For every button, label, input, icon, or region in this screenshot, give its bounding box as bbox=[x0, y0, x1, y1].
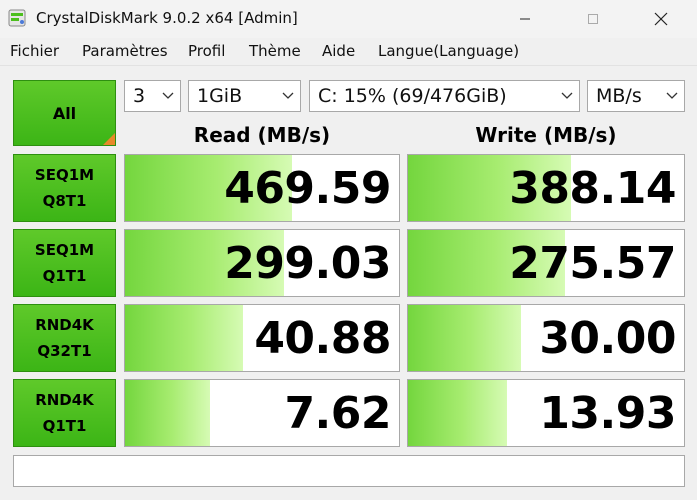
test-size-value: 1GiB bbox=[197, 85, 243, 107]
test-name: SEQ1M bbox=[34, 241, 95, 259]
write-value: 388.14 bbox=[509, 163, 676, 214]
chevron-down-icon bbox=[561, 92, 573, 99]
menu-bar: Fichier Paramètres Profil Thème Aide Lan… bbox=[0, 38, 697, 66]
read-result: 299.03 bbox=[124, 229, 400, 297]
menu-fichier[interactable]: Fichier bbox=[10, 42, 59, 60]
test-count-select[interactable]: 3 bbox=[124, 80, 181, 112]
comment-input[interactable] bbox=[13, 455, 685, 487]
test-name: SEQ1M bbox=[34, 166, 95, 184]
test-button-rnd4k-q1t1[interactable]: RND4K Q1T1 bbox=[13, 379, 116, 447]
menu-aide[interactable]: Aide bbox=[322, 42, 355, 60]
corner-marker bbox=[103, 133, 115, 145]
test-button-rnd4k-q32t1[interactable]: RND4K Q32T1 bbox=[13, 304, 116, 372]
menu-parametres[interactable]: Paramètres bbox=[82, 42, 168, 60]
test-params: Q1T1 bbox=[42, 267, 87, 285]
close-icon bbox=[654, 12, 668, 26]
test-button-seq1m-q8t1[interactable]: SEQ1M Q8T1 bbox=[13, 154, 116, 222]
test-params: Q8T1 bbox=[42, 192, 87, 210]
test-params: Q32T1 bbox=[37, 342, 92, 360]
write-bar bbox=[408, 380, 508, 446]
window-title: CrystalDiskMark 9.0.2 x64 [Admin] bbox=[36, 9, 298, 27]
read-result: 40.88 bbox=[124, 304, 400, 372]
read-value: 7.62 bbox=[284, 388, 391, 439]
menu-theme[interactable]: Thème bbox=[249, 42, 301, 60]
write-value: 30.00 bbox=[539, 313, 676, 364]
drive-value: C: 15% (69/476GiB) bbox=[318, 85, 507, 107]
read-value: 469.59 bbox=[224, 163, 391, 214]
minimize-button[interactable] bbox=[502, 0, 548, 38]
write-bar bbox=[408, 305, 522, 371]
test-name: RND4K bbox=[35, 391, 94, 409]
chevron-down-icon bbox=[162, 92, 174, 99]
maximize-button[interactable] bbox=[570, 0, 616, 38]
write-result: 388.14 bbox=[407, 154, 685, 222]
test-count-value: 3 bbox=[133, 85, 146, 107]
read-result: 7.62 bbox=[124, 379, 400, 447]
unit-value: MB/s bbox=[596, 85, 642, 107]
title-bar: CrystalDiskMark 9.0.2 x64 [Admin] bbox=[0, 0, 697, 38]
menu-profil[interactable]: Profil bbox=[188, 42, 225, 60]
test-size-select[interactable]: 1GiB bbox=[188, 80, 301, 112]
app-icon bbox=[8, 9, 26, 27]
drive-select[interactable]: C: 15% (69/476GiB) bbox=[309, 80, 580, 112]
write-value: 13.93 bbox=[539, 388, 676, 439]
close-button[interactable] bbox=[638, 0, 684, 38]
all-button-label: All bbox=[52, 103, 77, 123]
unit-select[interactable]: MB/s bbox=[587, 80, 685, 112]
chevron-down-icon bbox=[282, 92, 294, 99]
read-bar bbox=[125, 380, 210, 446]
minimize-icon bbox=[520, 18, 530, 20]
write-value: 275.57 bbox=[509, 238, 676, 289]
read-value: 299.03 bbox=[224, 238, 391, 289]
chevron-down-icon bbox=[666, 92, 678, 99]
test-button-seq1m-q1t1[interactable]: SEQ1M Q1T1 bbox=[13, 229, 116, 297]
write-result: 275.57 bbox=[407, 229, 685, 297]
maximize-icon bbox=[588, 14, 598, 24]
test-name: RND4K bbox=[35, 316, 94, 334]
write-result: 30.00 bbox=[407, 304, 685, 372]
all-button[interactable]: All bbox=[13, 80, 116, 146]
test-params: Q1T1 bbox=[42, 417, 87, 435]
read-header: Read (MB/s) bbox=[193, 123, 331, 147]
write-header: Write (MB/s) bbox=[475, 123, 617, 147]
read-result: 469.59 bbox=[124, 154, 400, 222]
menu-langue[interactable]: Langue(Language) bbox=[378, 42, 519, 60]
read-value: 40.88 bbox=[254, 313, 391, 364]
write-result: 13.93 bbox=[407, 379, 685, 447]
read-bar bbox=[125, 305, 243, 371]
